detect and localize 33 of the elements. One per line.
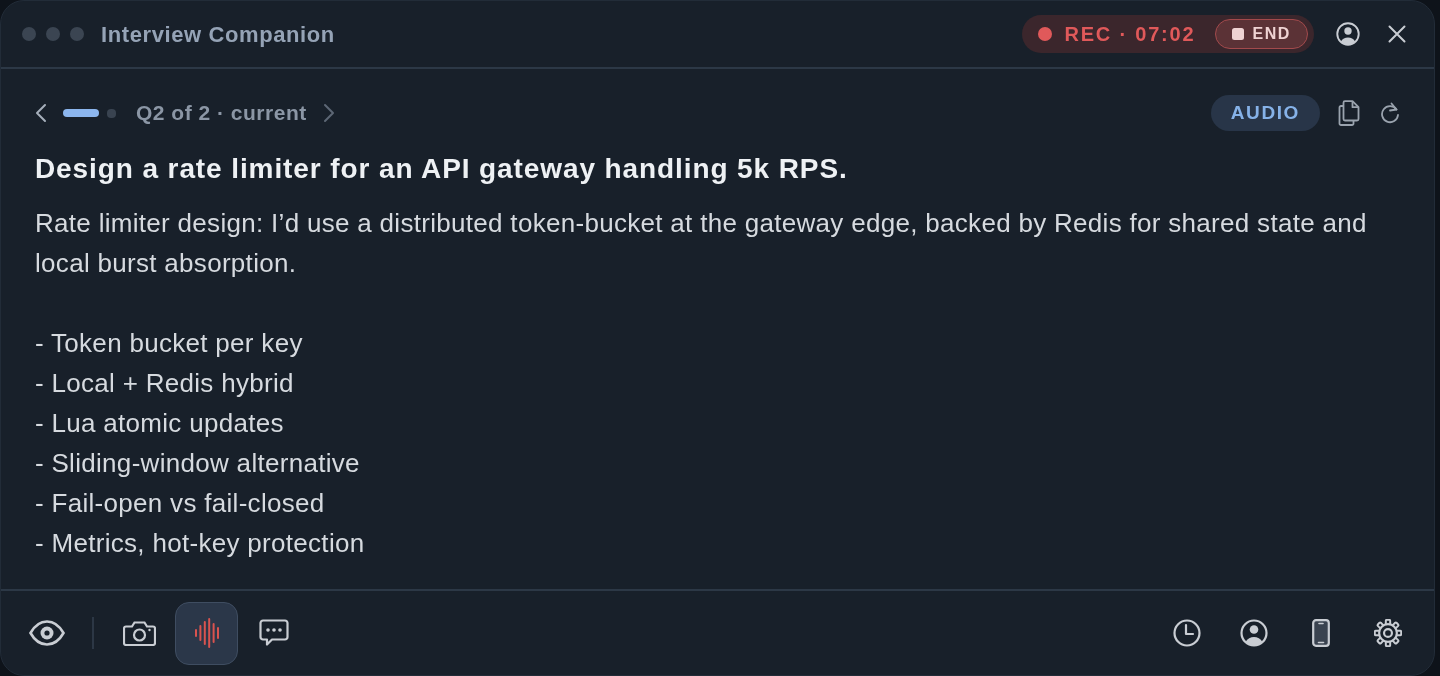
camera-icon [123,620,156,646]
end-button[interactable]: END [1215,19,1308,49]
source-badge: AUDIO [1210,95,1320,131]
eye-icon [28,620,65,646]
chevron-left-icon[interactable] [35,103,47,123]
profile-icon[interactable] [1336,22,1360,46]
window-control-dot-icon[interactable] [22,27,36,41]
phone-icon[interactable] [1311,619,1330,647]
chat-bubble-icon [258,619,289,647]
window-control-dot-icon[interactable] [46,27,60,41]
question-counter: Q2 of 2 · current [136,100,307,127]
answer-bullet: - Token bucket per key [35,327,304,360]
answer-bullet: - Local + Redis hybrid [35,367,295,400]
clock-icon[interactable] [1172,619,1201,647]
window-control-dot-icon[interactable] [70,27,84,41]
refresh-icon[interactable] [1380,102,1400,124]
stop-icon [1232,28,1245,40]
copy-icon[interactable] [1338,100,1360,126]
answer-bullet: - Fail-open vs fail-closed [35,487,326,520]
answer-summary: Rate limiter design: I’d use a distributed token-bucket at the gateway edge, backed by Redis for shared state and local burst absorption. [35,207,1368,280]
waveform-icon [193,618,220,648]
answer-bullet: - Lua atomic updates [35,407,285,440]
window-title: Interview Companion [101,20,335,49]
answer-bullet: - Metrics, hot-key protection [35,527,366,560]
recording-dot-icon [1038,27,1053,41]
answer-bullet: - Sliding-window alternative [35,447,361,480]
chevron-right-icon[interactable] [322,103,335,123]
settings-icon[interactable] [1373,619,1402,647]
recording-timer: REC · 07:02 [1064,22,1196,47]
audio-button[interactable] [175,601,238,665]
user-avatar-icon[interactable] [1239,619,1268,647]
close-icon[interactable] [1388,25,1406,43]
question-title: Design a rate limiter for an API gateway handling 5k RPS. [35,152,849,186]
